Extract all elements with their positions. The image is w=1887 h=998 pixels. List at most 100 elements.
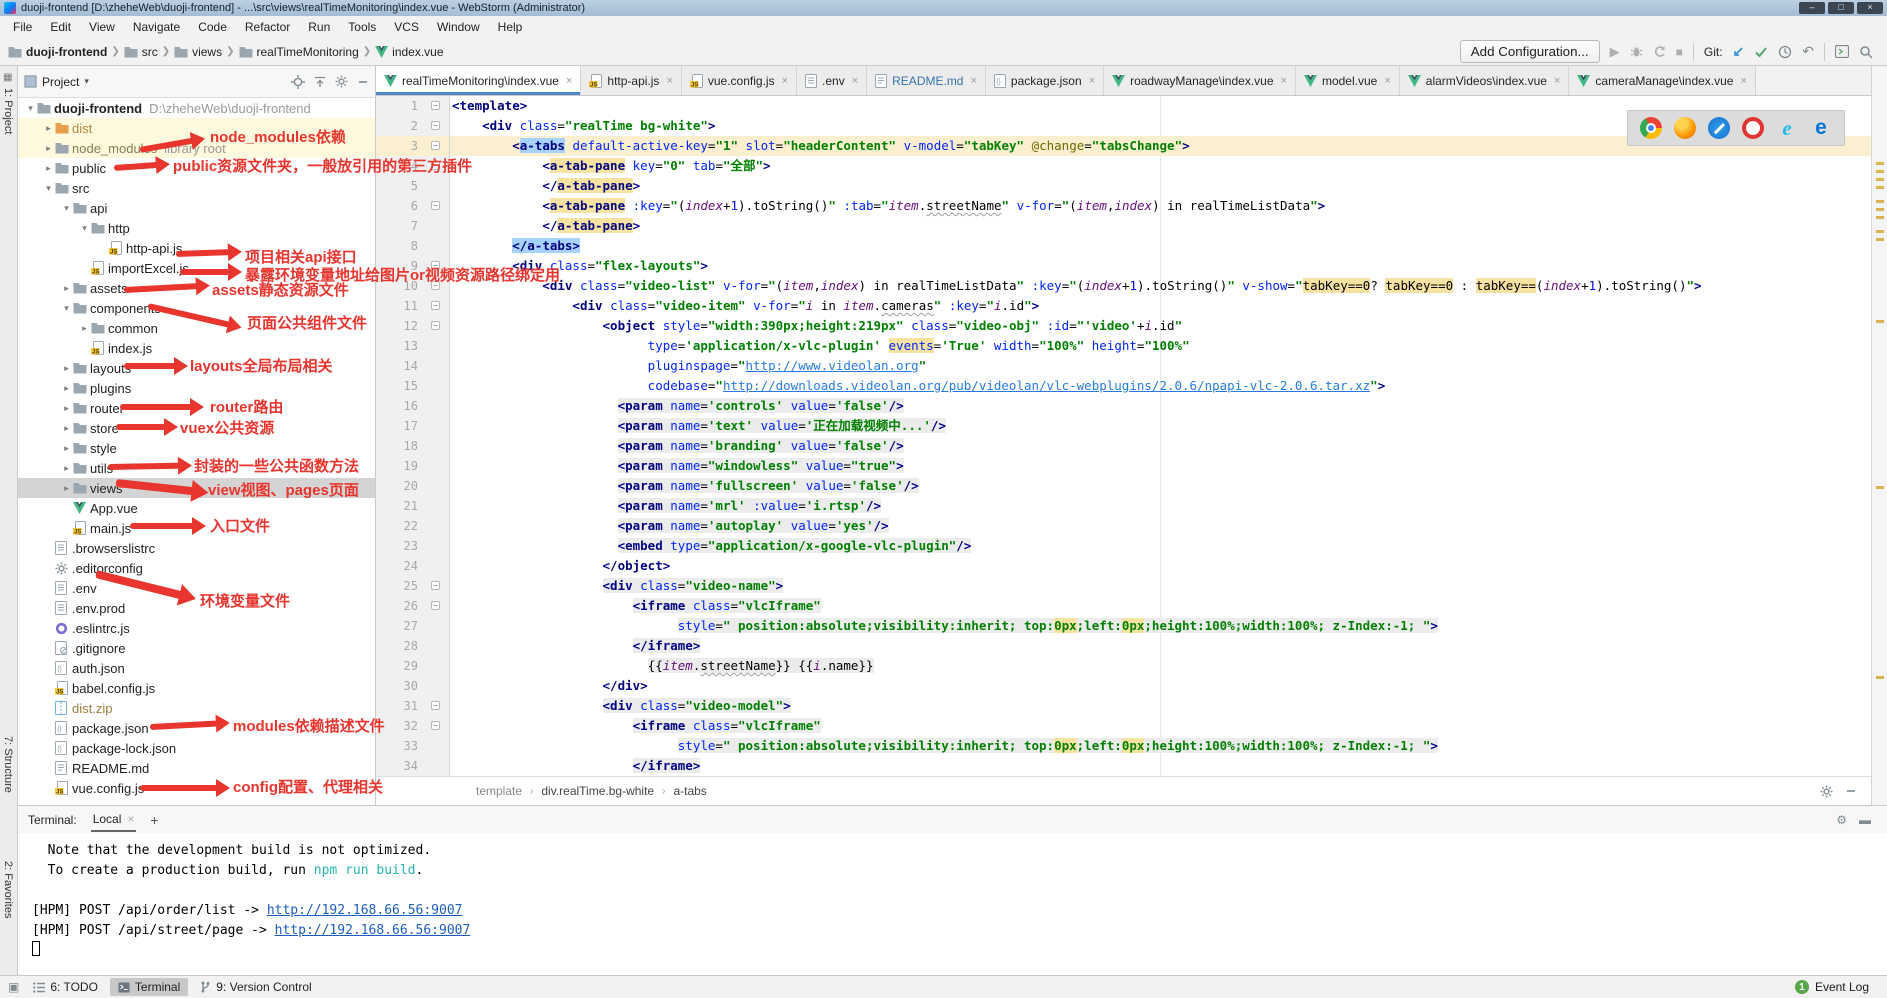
chevron-right-icon[interactable]: ▸ [42, 143, 55, 154]
sidebar-item-structure[interactable]: 7: Structure [2, 736, 14, 793]
code-line-25[interactable]: 25− <div class="video-name"> [376, 576, 1871, 596]
breadcrumb-item-src[interactable]: src [124, 45, 158, 59]
tree-item-.editorconfig[interactable]: .editorconfig [18, 558, 375, 578]
code-line-31[interactable]: 31− <div class="video-model"> [376, 696, 1871, 716]
hide-icon[interactable] [1845, 785, 1857, 798]
chevron-down-icon[interactable]: ▾ [42, 183, 55, 194]
tree-item-duoji-frontend[interactable]: ▾duoji-frontendD:\zheheWeb\duoji-fronten… [18, 98, 375, 118]
tree-item-babel.config.js[interactable]: JSbabel.config.js [18, 678, 375, 698]
close-icon[interactable]: × [1740, 75, 1746, 87]
ie-icon[interactable]: e [1776, 117, 1798, 139]
rollback-icon[interactable]: ↶ [1802, 43, 1814, 60]
tree-item-views[interactable]: ▸views [18, 478, 375, 498]
menu-tools[interactable]: Tools [339, 17, 385, 37]
tab-model.vue[interactable]: model.vue× [1296, 66, 1400, 95]
tree-item-.gitignore[interactable]: .gitignore [18, 638, 375, 658]
tab-package.json[interactable]: {}package.json× [986, 66, 1104, 95]
tree-item-http-api.js[interactable]: JShttp-api.js [18, 238, 375, 258]
close-button[interactable]: × [1857, 2, 1883, 14]
edge-icon[interactable]: e [1810, 117, 1832, 139]
code-line-33[interactable]: 33 style=" position:absolute;visibility:… [376, 736, 1871, 756]
code-line-4[interactable]: 4− <a-tab-pane key="0" tab="全部"> [376, 156, 1871, 176]
menu-view[interactable]: View [80, 17, 124, 37]
code-line-6[interactable]: 6− <a-tab-pane :key="(index+1).toString(… [376, 196, 1871, 216]
tree-item-.env[interactable]: .env [18, 578, 375, 598]
chevron-down-icon[interactable]: ▾ [78, 223, 91, 234]
menu-help[interactable]: Help [489, 17, 532, 37]
new-terminal-session-button[interactable]: + [150, 812, 158, 828]
tree-item-components[interactable]: ▾components [18, 298, 375, 318]
terminal-link[interactable]: http://192.168.66.56:9007 [275, 923, 471, 938]
collapse-all-icon[interactable] [314, 76, 326, 88]
terminal-output[interactable]: Note that the development build is not o… [18, 833, 1887, 976]
code-line-21[interactable]: 21 <param name='mrl' :value='i.rtsp'/> [376, 496, 1871, 516]
chevron-right-icon[interactable]: ▸ [60, 423, 73, 434]
tree-item-style[interactable]: ▸style [18, 438, 375, 458]
menu-file[interactable]: File [4, 17, 41, 37]
breadcrumb-item-views[interactable]: views [174, 45, 222, 59]
chevron-right-icon[interactable]: ▸ [60, 283, 73, 294]
menu-window[interactable]: Window [428, 17, 489, 37]
tree-item-router[interactable]: ▸router [18, 398, 375, 418]
chevron-right-icon[interactable]: ▸ [60, 363, 73, 374]
fold-toggle-icon[interactable]: − [431, 721, 440, 730]
chevron-down-icon[interactable]: ▾ [24, 103, 37, 114]
fold-toggle-icon[interactable]: − [431, 281, 440, 290]
hide-panel-icon[interactable]: ▬ [1859, 813, 1871, 827]
tree-item-dist.zip[interactable]: dist.zip [18, 698, 375, 718]
tree-item-.env.prod[interactable]: .env.prod [18, 598, 375, 618]
minimize-button[interactable]: – [1799, 2, 1825, 14]
firefox-icon[interactable] [1674, 117, 1696, 139]
close-icon[interactable]: × [782, 75, 788, 87]
fold-toggle-icon[interactable]: − [431, 701, 440, 710]
close-icon[interactable]: × [1554, 75, 1560, 87]
tool-window-toggle-icon[interactable]: ▣ [8, 980, 19, 994]
code-line-13[interactable]: 13 type='application/x-vlc-plugin' event… [376, 336, 1871, 356]
tree-item-api[interactable]: ▾api [18, 198, 375, 218]
code-line-26[interactable]: 26− <iframe class="vlcIframe" [376, 596, 1871, 616]
breadcrumb-item-realTimeMonitoring[interactable]: realTimeMonitoring [239, 45, 359, 59]
chevron-right-icon[interactable]: ▸ [60, 383, 73, 394]
menu-vcs[interactable]: VCS [385, 17, 428, 37]
tree-item-package-lock.json[interactable]: {}package-lock.json [18, 738, 375, 758]
code-line-14[interactable]: 14 pluginspage="http://www.videolan.org" [376, 356, 1871, 376]
tab-vue.config.js[interactable]: JSvue.config.js× [682, 66, 797, 95]
close-icon[interactable]: × [970, 75, 976, 87]
editor-breadcrumb-item[interactable]: a-tabs [673, 784, 706, 798]
debug-icon[interactable] [1630, 45, 1643, 58]
code-line-19[interactable]: 19 <param name="windowless" value="true"… [376, 456, 1871, 476]
code-line-8[interactable]: 8 </a-tabs> [376, 236, 1871, 256]
run-icon[interactable]: ▶ [1610, 44, 1620, 60]
tool-windows-icon[interactable]: ▦ [3, 72, 12, 83]
chevron-right-icon[interactable]: ▸ [60, 443, 73, 454]
code-editor[interactable]: 1−<template>2− <div class="realTime bg-w… [376, 96, 1871, 776]
tree-item-dist[interactable]: ▸dist [18, 118, 375, 138]
close-icon[interactable]: × [1281, 75, 1287, 87]
code-line-11[interactable]: 11− <div class="video-item" v-for="i in … [376, 296, 1871, 316]
code-line-27[interactable]: 27 style=" position:absolute;visibility:… [376, 616, 1871, 636]
tree-item-http[interactable]: ▾http [18, 218, 375, 238]
breadcrumb-item-index.vue[interactable]: index.vue [375, 45, 443, 59]
menu-code[interactable]: Code [189, 17, 236, 37]
code-line-9[interactable]: 9− <div class="flex-layouts"> [376, 256, 1871, 276]
tab-http-api.js[interactable]: JShttp-api.js× [581, 66, 681, 95]
tree-item-src[interactable]: ▾src [18, 178, 375, 198]
fold-toggle-icon[interactable]: − [431, 581, 440, 590]
code-line-34[interactable]: 34 </iframe> [376, 756, 1871, 776]
code-line-12[interactable]: 12− <object style="width:390px;height:21… [376, 316, 1871, 336]
fold-toggle-icon[interactable]: − [431, 101, 440, 110]
tree-item-package.json[interactable]: {}package.json [18, 718, 375, 738]
gear-icon[interactable] [1820, 785, 1833, 798]
code-line-10[interactable]: 10− <div class="video-list" v-for="(item… [376, 276, 1871, 296]
maximize-button[interactable]: □ [1828, 2, 1854, 14]
chevron-down-icon[interactable]: ▾ [60, 303, 73, 314]
close-icon[interactable]: × [666, 75, 672, 87]
tree-item-plugins[interactable]: ▸plugins [18, 378, 375, 398]
fold-toggle-icon[interactable]: − [431, 121, 440, 130]
menu-refactor[interactable]: Refactor [236, 17, 299, 37]
close-icon[interactable]: × [566, 75, 572, 87]
chevron-right-icon[interactable]: ▸ [42, 123, 55, 134]
statusbar-9--Version-Control[interactable]: 9: Version Control [192, 978, 319, 996]
tab-.env[interactable]: .env× [797, 66, 867, 95]
fold-toggle-icon[interactable]: − [431, 201, 440, 210]
